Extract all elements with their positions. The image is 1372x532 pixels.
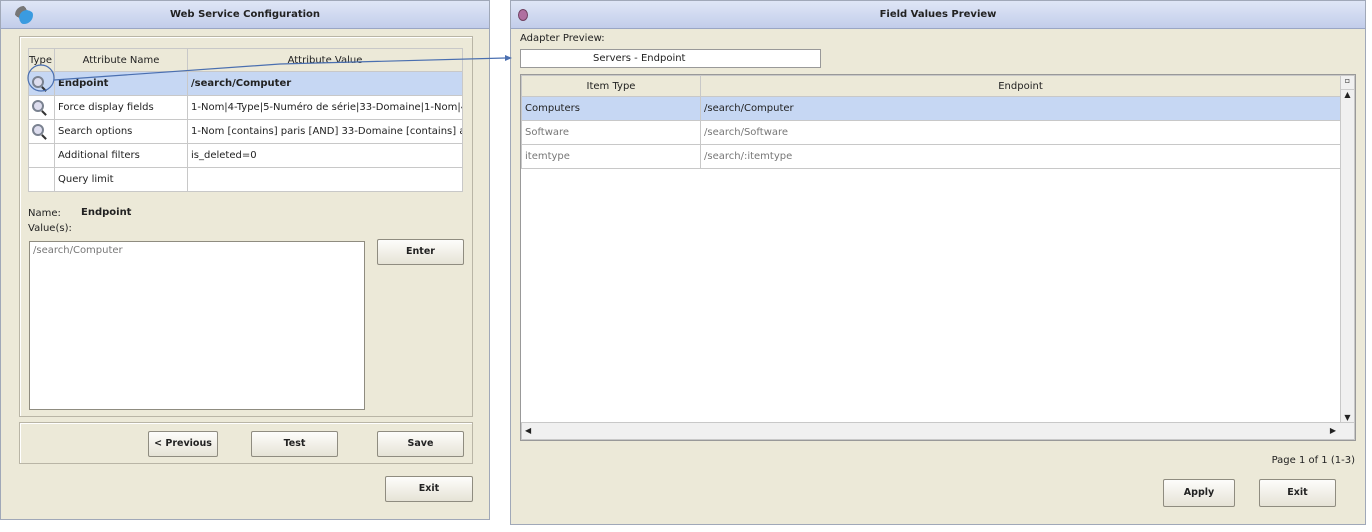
connector-arrow xyxy=(27,55,512,92)
